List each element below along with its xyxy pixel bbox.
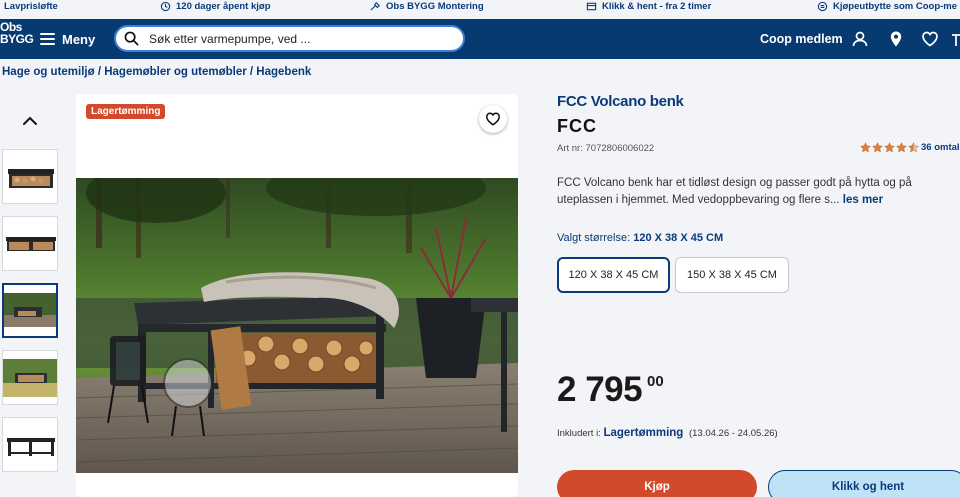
rating-count: 36 omtal bbox=[921, 142, 960, 153]
thumbnail-3[interactable] bbox=[2, 283, 58, 338]
size-option-150[interactable]: 150 X 38 X 45 CM bbox=[675, 257, 789, 293]
product-title: FCC Volcano benk bbox=[557, 93, 684, 110]
usp-item-open-purchase[interactable]: 120 dager åpent kjøp bbox=[160, 0, 271, 13]
brand-logo[interactable]: FCC bbox=[557, 116, 597, 137]
tools-icon bbox=[370, 2, 380, 11]
heart-icon[interactable] bbox=[921, 30, 939, 48]
usp-label: Kjøpeutbytte som Coop-me bbox=[833, 1, 958, 12]
menu-button[interactable]: Meny bbox=[40, 27, 95, 51]
menu-label: Meny bbox=[62, 31, 96, 47]
price: 2 795 bbox=[557, 370, 643, 409]
star-icon bbox=[896, 142, 907, 153]
read-more-link[interactable]: les mer bbox=[843, 194, 883, 206]
thumbnail-image bbox=[3, 418, 57, 471]
campaign-dates: (13.04.26 - 24.05.26) bbox=[688, 428, 778, 439]
hamburger-icon bbox=[40, 33, 55, 45]
usp-bar: Lavprisløfte 120 dager åpent kjøp Obs BY… bbox=[0, 0, 960, 13]
return-icon bbox=[160, 1, 171, 12]
cart-icon[interactable] bbox=[952, 30, 960, 48]
store-icon bbox=[586, 2, 597, 11]
thumbnail-5[interactable] bbox=[2, 417, 58, 472]
thumbnail-4[interactable] bbox=[2, 350, 58, 405]
size-label: Valgt størrelse: 120 X 38 X 45 CM bbox=[557, 232, 723, 244]
price-decimals: 00 bbox=[647, 373, 664, 390]
star-icon bbox=[872, 142, 883, 153]
logo-line-2: BYGG bbox=[0, 32, 34, 46]
usp-item-click-collect[interactable]: Klikk & hent - fra 2 timer bbox=[586, 0, 711, 13]
usp-item-member-dividend[interactable]: Kjøpeutbytte som Coop-me bbox=[817, 0, 957, 13]
usp-label: 120 dager åpent kjøp bbox=[176, 1, 271, 12]
size-selected-value: 120 X 38 X 45 CM bbox=[633, 232, 724, 244]
search-bar[interactable] bbox=[114, 25, 465, 52]
coop-member-link[interactable]: Coop medlem bbox=[760, 32, 843, 46]
included-prefix: Inkludert i: bbox=[557, 428, 601, 439]
usp-item-price-promise[interactable]: Lavprisløfte bbox=[4, 0, 58, 13]
size-option-120[interactable]: 120 X 38 X 45 CM bbox=[557, 257, 670, 293]
rating-summary[interactable]: 36 omtal bbox=[860, 142, 960, 153]
user-icon[interactable] bbox=[851, 30, 869, 48]
thumbnail-2[interactable] bbox=[2, 216, 58, 271]
product-description: FCC Volcano benk har et tidløst design o… bbox=[557, 175, 937, 209]
usp-label: Klikk & hent - fra 2 timer bbox=[602, 1, 712, 12]
product-photo[interactable] bbox=[76, 178, 518, 473]
exchange-icon bbox=[817, 1, 828, 12]
thumbnail-image bbox=[3, 150, 57, 203]
favorite-button[interactable] bbox=[479, 105, 507, 133]
campaign-link[interactable]: Lagertømming bbox=[603, 427, 683, 439]
buy-button[interactable]: Kjøp bbox=[557, 470, 757, 497]
thumbnail-image bbox=[3, 217, 57, 270]
breadcrumb[interactable]: Hage og utemiljø / Hagemøbler og utemøbl… bbox=[2, 66, 311, 78]
article-number: Art nr: 7072806006022 bbox=[557, 143, 655, 154]
location-icon[interactable] bbox=[887, 30, 905, 48]
search-input[interactable] bbox=[149, 31, 439, 46]
star-icon bbox=[860, 142, 871, 153]
usp-item-assembly[interactable]: Obs BYGG Montering bbox=[370, 0, 484, 13]
usp-label: Lavprisløfte bbox=[4, 1, 58, 12]
heart-icon bbox=[486, 112, 500, 126]
campaign-badge: Lagertømming bbox=[86, 104, 166, 119]
obs-bygg-logo[interactable]: Obs BYGG bbox=[0, 21, 34, 46]
size-label-text: Valgt størrelse: bbox=[557, 232, 631, 244]
search-icon bbox=[124, 31, 139, 46]
click-collect-button[interactable]: Klikk og hent bbox=[768, 470, 960, 497]
thumbnail-image bbox=[4, 285, 56, 336]
product-image-card: Lagertømming bbox=[76, 94, 518, 497]
chevron-up-icon[interactable] bbox=[20, 112, 40, 128]
thumbnail-1[interactable] bbox=[2, 149, 58, 204]
rating-stars bbox=[860, 142, 919, 153]
site-header: Obs BYGG Meny Coop medlem bbox=[0, 19, 960, 59]
thumbnail-image bbox=[3, 351, 57, 404]
campaign-info: Inkludert i: Lagertømming (13.04.26 - 24… bbox=[557, 427, 778, 439]
usp-label: Obs BYGG Montering bbox=[386, 1, 484, 12]
star-icon bbox=[884, 142, 895, 153]
star-icon bbox=[908, 142, 919, 153]
